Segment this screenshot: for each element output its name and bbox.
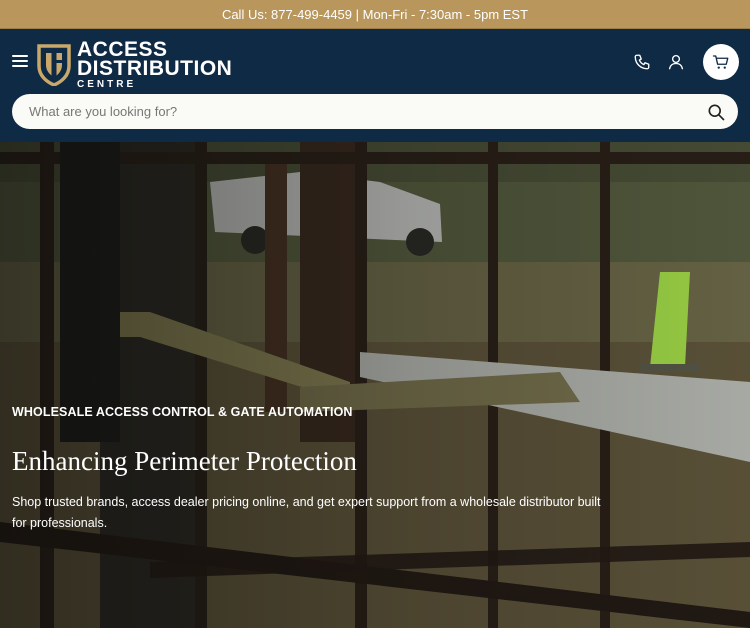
hamburger-line: [12, 65, 28, 67]
hamburger-line: [12, 60, 28, 62]
cart-button[interactable]: [703, 44, 739, 80]
announcement-bar: Call Us: 877-499-4459 | Mon-Fri - 7:30am…: [0, 0, 750, 29]
announcement-text: Call Us: 877-499-4459 | Mon-Fri - 7:30am…: [221, 6, 529, 22]
phone-button[interactable]: [631, 51, 653, 73]
user-icon: [668, 54, 684, 70]
search-input[interactable]: [12, 94, 706, 129]
site-header: ACCESS DISTRIBUTION CENTRE: [0, 29, 750, 142]
search-bar: [12, 94, 738, 129]
cart-icon: [712, 55, 729, 69]
hero-banner[interactable]: WHOLESALE ACCESS CONTROL & GATE AUTOMATI…: [0, 142, 750, 628]
logo-shield-icon: [37, 43, 71, 86]
hero-eyebrow: WHOLESALE ACCESS CONTROL & GATE AUTOMATI…: [12, 405, 353, 419]
logo-line-2: DISTRIBUTION: [77, 57, 233, 80]
site-logo[interactable]: ACCESS DISTRIBUTION CENTRE: [37, 39, 232, 90]
logo-line-3: CENTRE: [77, 79, 137, 90]
hamburger-menu-icon: [12, 55, 28, 57]
search-icon[interactable]: [706, 102, 726, 122]
menu-button[interactable]: [12, 55, 30, 69]
phone-icon: [634, 54, 650, 70]
logo-wordmark: ACCESS DISTRIBUTION CENTRE: [77, 39, 232, 90]
hero-subtitle: Shop trusted brands, access dealer prici…: [12, 495, 601, 530]
hero-overlay: [0, 142, 750, 628]
hero-title: Enhancing Perimeter Protection: [12, 446, 357, 476]
account-button[interactable]: [665, 51, 687, 73]
